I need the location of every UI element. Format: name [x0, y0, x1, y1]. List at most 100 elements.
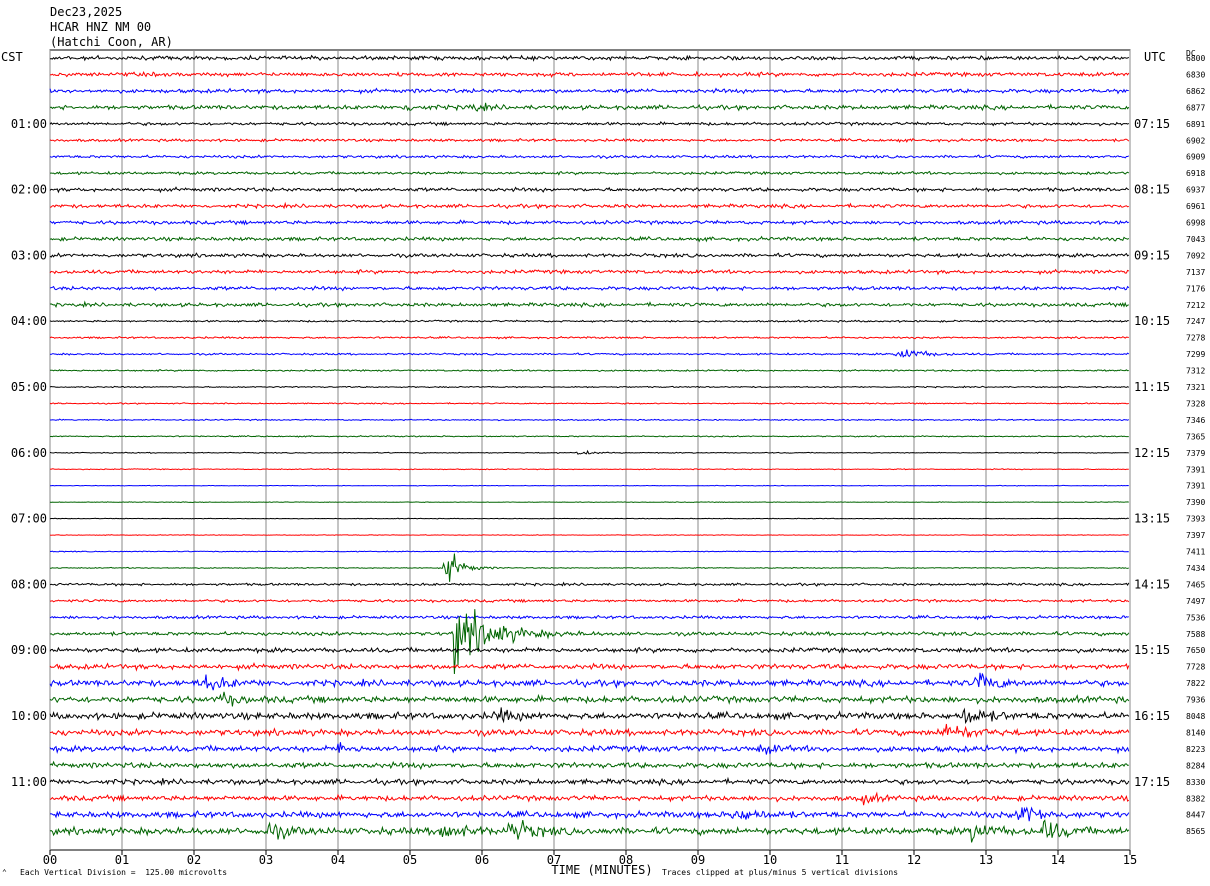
trace-row — [49, 87, 1129, 95]
trace-row — [49, 534, 1129, 536]
trace-row — [49, 662, 1130, 672]
trace-row — [49, 186, 1130, 194]
dc-value: 7092 — [1186, 251, 1205, 260]
dc-value: 6862 — [1186, 87, 1205, 96]
dc-value: 6918 — [1186, 169, 1205, 178]
dc-value: 8447 — [1186, 811, 1205, 820]
trace-row — [49, 219, 1129, 226]
trace-row — [49, 54, 1130, 62]
x-tick-label: 12 — [907, 853, 921, 867]
trace-row — [49, 517, 1129, 520]
trace-row — [49, 614, 1129, 621]
dc-value: 7212 — [1186, 301, 1205, 310]
trace-row — [49, 609, 1130, 675]
dc-value: 6877 — [1186, 103, 1205, 112]
hour-label-cst: 11:00 — [11, 775, 47, 789]
trace-row — [49, 776, 1130, 787]
trace-row — [49, 285, 1130, 292]
trace-row — [49, 581, 1130, 587]
dc-value: 7650 — [1186, 646, 1205, 655]
dc-value: 8048 — [1186, 712, 1205, 721]
hour-label-cst: 08:00 — [11, 577, 47, 591]
dc-value: 7176 — [1186, 284, 1205, 293]
trace-row — [49, 319, 1129, 323]
dc-value: 6800 — [1186, 54, 1205, 63]
trace-row — [49, 70, 1130, 79]
trace-row — [49, 791, 1130, 806]
dc-value: 7936 — [1186, 696, 1205, 705]
clip-note: Traces clipped at plus/minus 5 vertical … — [662, 868, 899, 877]
trace-row — [49, 252, 1130, 259]
dc-value: 7536 — [1186, 613, 1205, 622]
hour-label-cst: 03:00 — [11, 248, 47, 262]
trace-row — [49, 707, 1130, 725]
scale-note: Each Vertical Division = 125.00 microvol… — [20, 868, 228, 877]
x-tick-label: 06 — [475, 853, 489, 867]
trace-row — [49, 154, 1130, 160]
x-tick-label: 10 — [763, 853, 777, 867]
dc-value: 7497 — [1186, 597, 1205, 606]
helicorder-plot: 00 01 02 03 04 05 06 07 08 09 10 11 12 13 14 15TIME (MI… — [11, 49, 1205, 877]
trace-row — [49, 349, 1130, 358]
dc-value: 6902 — [1186, 136, 1205, 145]
hour-label-cst: 05:00 — [11, 380, 47, 394]
dc-value: 7346 — [1186, 416, 1205, 425]
hour-label-cst: 01:00 — [11, 117, 47, 131]
trace-row — [49, 742, 1130, 755]
dc-value: 6998 — [1186, 219, 1205, 228]
plot-frame — [49, 49, 1131, 851]
x-tick-label: 09 — [691, 853, 705, 867]
hour-label-utc: 08:15 — [1134, 183, 1170, 197]
hour-label-utc: 09:15 — [1134, 248, 1170, 262]
dc-value: 7321 — [1186, 383, 1205, 392]
x-axis-title: TIME (MINUTES) — [551, 863, 652, 877]
hour-label-utc: 12:15 — [1134, 446, 1170, 460]
dc-value: 7328 — [1186, 399, 1205, 408]
dc-value: 8140 — [1186, 728, 1205, 737]
hour-label-utc: 10:15 — [1134, 314, 1170, 328]
trace-row — [49, 501, 1129, 504]
trace-row — [49, 385, 1130, 389]
trace-row — [49, 468, 1129, 471]
trace-row — [49, 368, 1129, 373]
hour-label-utc: 14:15 — [1134, 577, 1170, 591]
scale-marker-icon: ⌃ — [2, 868, 7, 877]
trace-row — [49, 806, 1130, 822]
dc-value: 7393 — [1186, 515, 1205, 524]
x-tick-label: 02 — [187, 853, 201, 867]
dc-value: 7397 — [1186, 531, 1205, 540]
dc-value: 7365 — [1186, 432, 1205, 441]
trace-row — [49, 201, 1129, 210]
trace-row — [49, 402, 1129, 405]
dc-value: 7043 — [1186, 235, 1205, 244]
trace-row — [49, 691, 1130, 707]
dc-value: 7411 — [1186, 548, 1205, 557]
trace-row — [49, 300, 1129, 309]
hour-label-cst: 02:00 — [11, 183, 47, 197]
x-tick-label: 14 — [1051, 853, 1065, 867]
hour-label-cst: 06:00 — [11, 446, 47, 460]
trace-layer — [49, 54, 1130, 843]
dc-value: 7728 — [1186, 663, 1205, 672]
dc-value: 7278 — [1186, 334, 1205, 343]
trace-row — [50, 553, 1129, 582]
dc-value: 7465 — [1186, 580, 1205, 589]
dc-value: 7247 — [1186, 317, 1205, 326]
trace-row — [49, 449, 1129, 455]
dc-value: 8382 — [1186, 794, 1205, 803]
dc-value: 8223 — [1186, 745, 1205, 754]
dc-value: 7588 — [1186, 630, 1205, 639]
dc-value: 6891 — [1186, 120, 1205, 129]
hour-label-utc: 11:15 — [1134, 380, 1170, 394]
dc-value: 7391 — [1186, 482, 1205, 491]
dc-value: 6937 — [1186, 186, 1205, 195]
dc-value: 6961 — [1186, 202, 1205, 211]
trace-row — [49, 335, 1129, 340]
hour-label-cst: 09:00 — [11, 643, 47, 657]
trace-row — [49, 268, 1130, 276]
hour-label-cst: 10:00 — [11, 709, 47, 723]
x-tick-label: 11 — [835, 853, 849, 867]
dc-value: 7390 — [1186, 498, 1205, 507]
trace-row — [49, 121, 1130, 127]
trace-row — [49, 672, 1129, 691]
